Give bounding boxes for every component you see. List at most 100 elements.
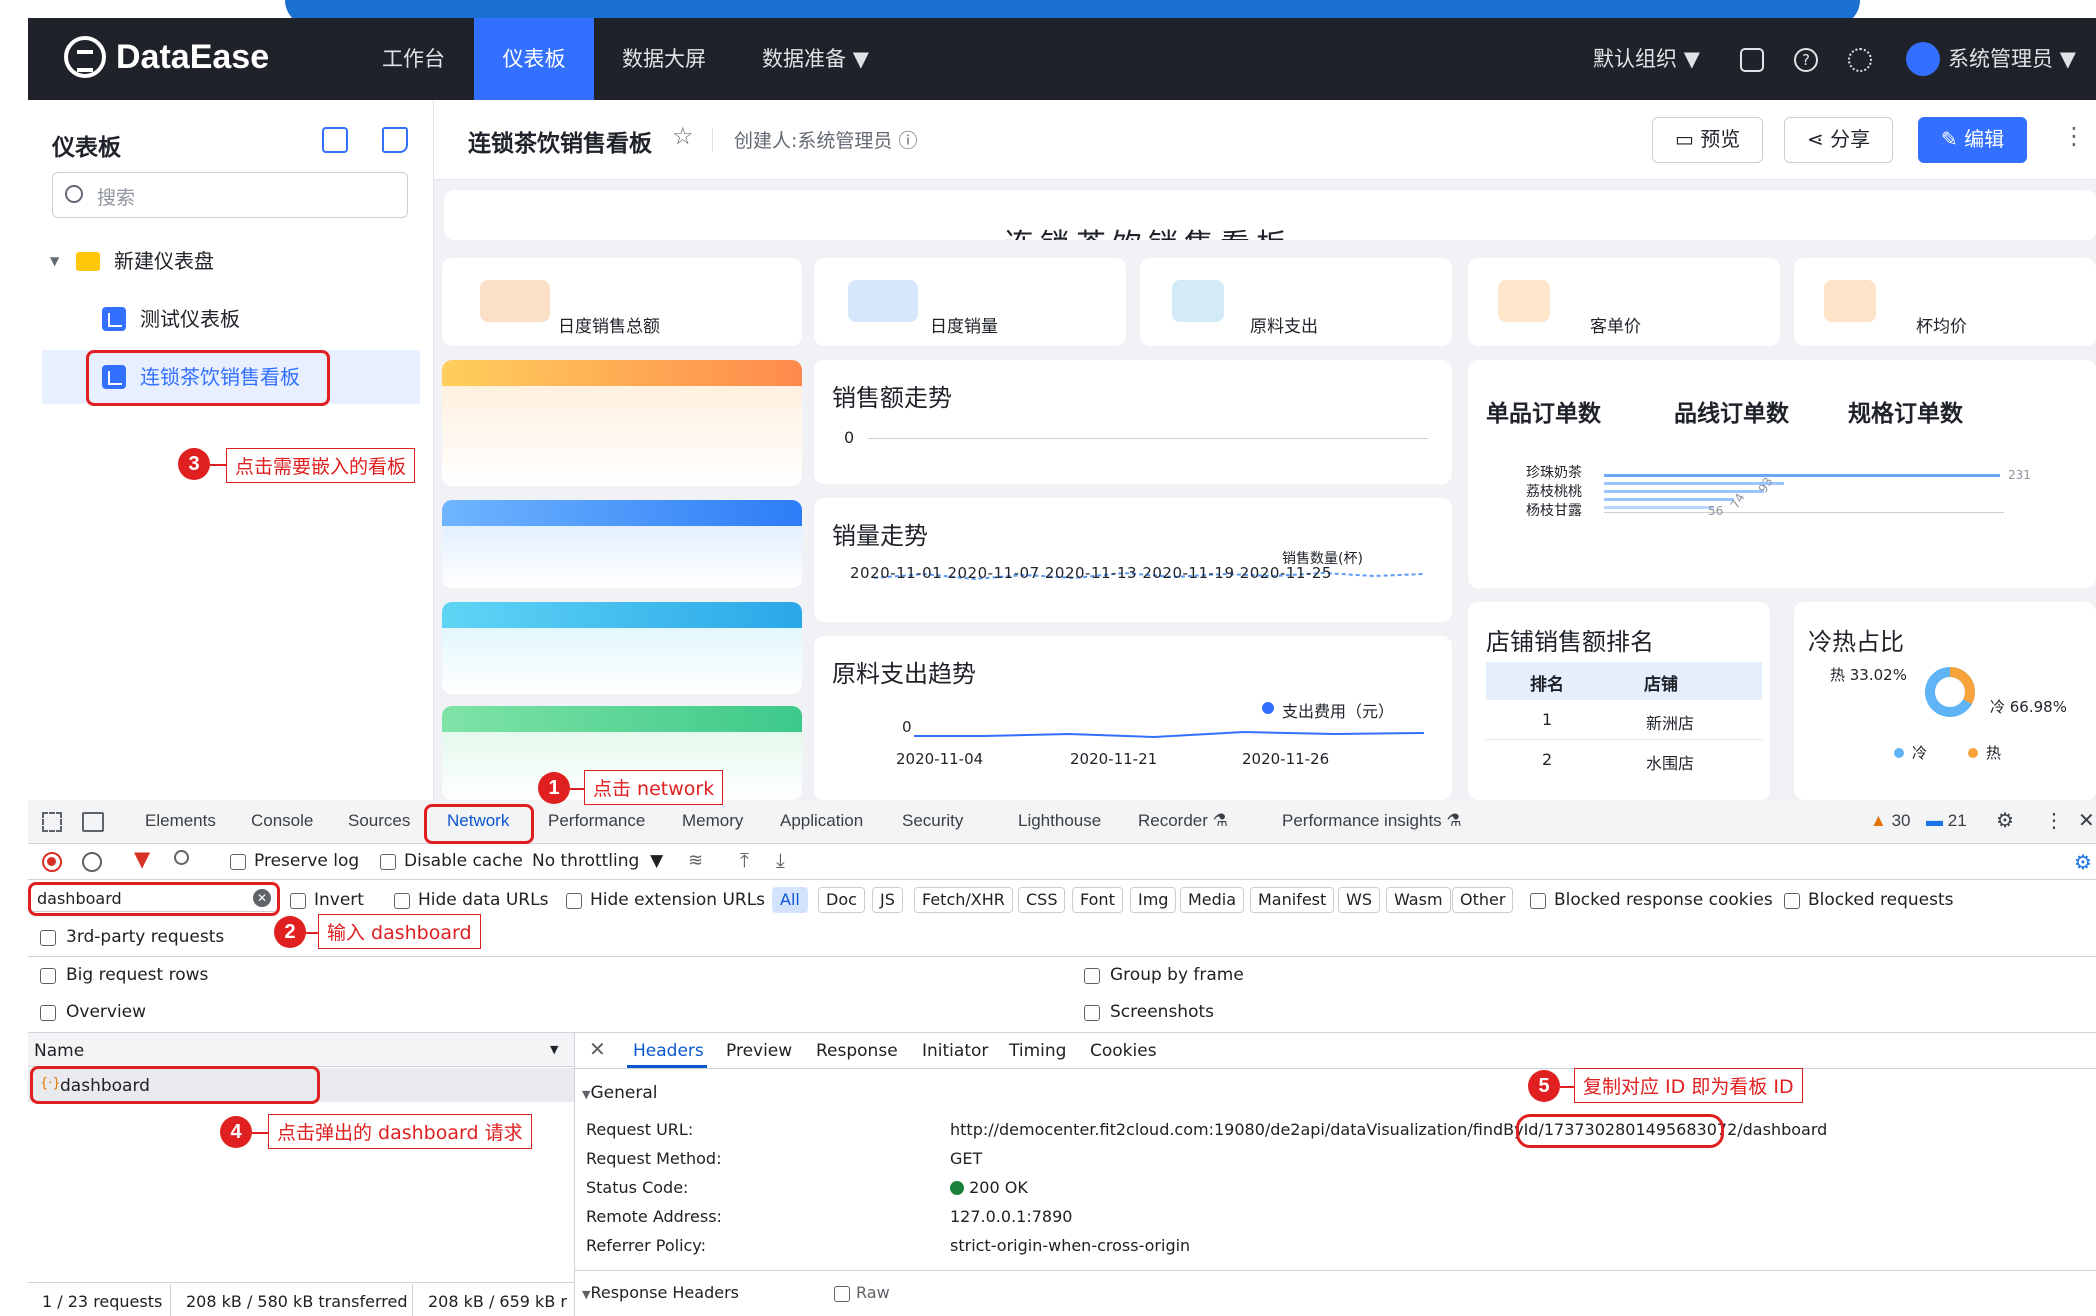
brand-logo[interactable]: DataEase <box>64 36 269 78</box>
blocked-cookies-checkbox[interactable] <box>1530 893 1546 909</box>
devtools-settings-icon[interactable]: ⚙ <box>1996 808 2014 833</box>
legend-dot <box>1262 702 1274 714</box>
device-toolbar-icon[interactable] <box>82 812 104 832</box>
message-icon[interactable] <box>1740 48 1764 72</box>
big-rows-checkbox[interactable] <box>40 968 56 984</box>
tab-security[interactable]: Security <box>902 811 963 831</box>
tab-sources[interactable]: Sources <box>348 811 410 831</box>
detail-tab-initiator[interactable]: Initiator <box>922 1041 988 1061</box>
search-icon[interactable] <box>174 850 189 865</box>
group-frame-checkbox[interactable] <box>1084 968 1100 984</box>
raw-checkbox[interactable] <box>834 1286 850 1302</box>
more-menu-icon[interactable]: ⋮ <box>2062 122 2086 150</box>
devtools-menu-icon[interactable]: ⋮ <box>2044 808 2064 833</box>
status-ok-dot <box>950 1181 964 1195</box>
tab-recorder[interactable]: Recorder ⚗ <box>1138 811 1228 831</box>
close-devtools-icon[interactable]: ✕ <box>2078 808 2095 833</box>
tab-performance-insights[interactable]: Performance insights ⚗ <box>1282 811 1462 831</box>
type-filter-wasm[interactable]: Wasm <box>1386 887 1451 913</box>
type-filter-img[interactable]: Img <box>1130 887 1177 913</box>
disable-cache-checkbox[interactable] <box>380 854 396 870</box>
store-rank-card[interactable]: 店铺销售额排名 排名 店铺 1 新洲店 2 水围店 <box>1468 602 1770 800</box>
tab-console[interactable]: Console <box>251 811 313 831</box>
sales-trend-card[interactable]: 销售额走势 0 <box>814 360 1452 484</box>
close-detail-icon[interactable]: ✕ <box>589 1037 606 1061</box>
record-icon[interactable] <box>42 852 62 872</box>
divider <box>28 1282 574 1283</box>
detail-tab-headers[interactable]: Headers <box>633 1041 704 1061</box>
tab-elements[interactable]: Elements <box>145 811 216 831</box>
messages-count[interactable]: ▬ 21 <box>1926 811 1967 831</box>
nav-data-screen[interactable]: 数据大屏 <box>594 18 734 100</box>
orders-card[interactable]: 单品订单数 品线订单数 规格订单数 珍珠奶茶 荔枝桃桃 杨枝甘露 231 56 … <box>1468 360 2096 588</box>
volume-trend-card[interactable]: 销量走势 2020-11-01 2020-11-07 2020-11-13 20… <box>814 498 1452 622</box>
type-filter-ws[interactable]: WS <box>1338 887 1380 913</box>
nav-workbench[interactable]: 工作台 <box>354 18 473 100</box>
nav-dashboard[interactable]: 仪表板 <box>474 18 594 100</box>
tab-spec-orders[interactable]: 规格订单数 <box>1848 394 1963 428</box>
sidebar-search-input[interactable]: 搜索 <box>52 172 408 218</box>
hide-data-urls-label: Hide data URLs <box>418 890 549 910</box>
tab-performance[interactable]: Performance <box>548 811 645 831</box>
tab-line-orders[interactable]: 品线订单数 <box>1674 394 1789 428</box>
type-filter-manifest[interactable]: Manifest <box>1250 887 1335 913</box>
network-settings-icon[interactable]: ⚙ <box>2074 850 2092 874</box>
user-menu[interactable]: 系统管理员 ▼ <box>1948 18 2076 100</box>
board-title: 连锁茶饮销售看板 <box>468 131 652 157</box>
share-button[interactable]: ⋖ 分享 <box>1784 117 1894 163</box>
type-filter-all[interactable]: All <box>772 887 808 913</box>
warnings-count[interactable]: ▲ 30 <box>1870 811 1910 831</box>
general-section-toggle[interactable]: ▼General <box>582 1083 657 1103</box>
help-icon[interactable]: ? <box>1794 48 1818 72</box>
type-filter-media[interactable]: Media <box>1180 887 1245 913</box>
hot-cold-card[interactable]: 冷热占比 热 33.02% 冷 66.98% 冷 热 <box>1794 602 2096 800</box>
overview-checkbox[interactable] <box>40 1005 56 1021</box>
throttling-select[interactable]: No throttling ▼ <box>532 851 663 871</box>
edit-button[interactable]: ✎ 编辑 <box>1918 117 2028 163</box>
nav-data-prep[interactable]: 数据准备 ▼ <box>734 18 897 100</box>
tab-product-orders[interactable]: 单品订单数 <box>1486 394 1601 428</box>
detail-tab-preview[interactable]: Preview <box>726 1041 792 1061</box>
preserve-log-checkbox[interactable] <box>230 854 246 870</box>
response-headers-label: Response Headers <box>590 1283 739 1302</box>
new-dashboard-icon[interactable] <box>382 127 408 153</box>
tree-folder-new[interactable]: ▼ 新建仪表盘 <box>28 234 420 288</box>
blocked-requests-checkbox[interactable] <box>1784 893 1800 909</box>
type-filter-fetch[interactable]: Fetch/XHR <box>914 887 1013 913</box>
inspect-element-icon[interactable] <box>42 812 62 832</box>
settings-gear-icon[interactable] <box>1848 48 1872 72</box>
preview-button[interactable]: ▭ 预览 <box>1652 117 1764 163</box>
org-switcher[interactable]: 默认组织 ▼ <box>1593 18 1700 100</box>
tree-item-test-dashboard[interactable]: 测试仪表板 <box>28 292 420 346</box>
highlight-selected-dashboard <box>86 350 330 406</box>
user-avatar[interactable] <box>1906 42 1940 76</box>
new-folder-icon[interactable] <box>322 127 348 153</box>
material-trend-card[interactable]: 原料支出趋势 支出费用（元） 0 2020-11-04 2020-11-21 2… <box>814 636 1452 800</box>
response-headers-toggle[interactable]: ▼Response Headers <box>582 1283 739 1302</box>
filter-funnel-icon[interactable]: ▼ <box>134 847 150 871</box>
import-har-icon[interactable]: ⤒ <box>740 848 749 872</box>
screenshots-checkbox[interactable] <box>1084 1005 1100 1021</box>
third-party-checkbox[interactable] <box>40 930 56 946</box>
tab-application[interactable]: Application <box>780 811 863 831</box>
detail-tab-response[interactable]: Response <box>816 1041 898 1061</box>
type-filter-css[interactable]: CSS <box>1018 887 1066 913</box>
invert-checkbox[interactable] <box>290 893 306 909</box>
nav-data-prep-label: 数据准备 <box>762 47 846 71</box>
type-filter-doc[interactable]: Doc <box>818 887 865 913</box>
hide-extension-urls-checkbox[interactable] <box>566 893 582 909</box>
type-filter-js[interactable]: JS <box>872 887 903 913</box>
detail-tab-timing[interactable]: Timing <box>1009 1041 1066 1061</box>
clear-icon[interactable] <box>82 852 102 872</box>
hide-data-urls-checkbox[interactable] <box>394 893 410 909</box>
type-filter-font[interactable]: Font <box>1072 887 1123 913</box>
favorite-star-icon[interactable]: ☆ <box>672 122 694 150</box>
detail-tab-cookies[interactable]: Cookies <box>1090 1041 1157 1061</box>
network-conditions-icon[interactable]: ≋ <box>688 850 703 871</box>
type-filter-other[interactable]: Other <box>1452 887 1514 913</box>
tab-memory[interactable]: Memory <box>682 811 743 831</box>
export-har-icon[interactable]: ⤓ <box>776 848 785 872</box>
name-column-header[interactable]: Name ▼ <box>28 1033 574 1067</box>
tab-lighthouse[interactable]: Lighthouse <box>1018 811 1101 831</box>
ranking-card-cyan <box>442 602 802 694</box>
